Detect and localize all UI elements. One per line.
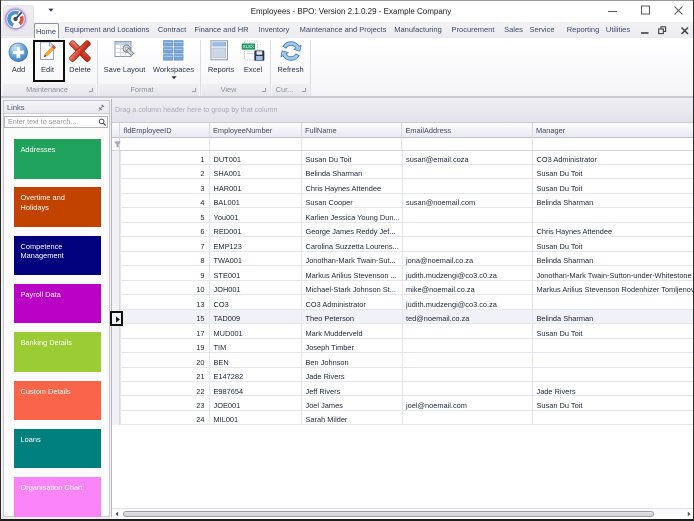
svg-text:XLSX: XLSX	[243, 44, 254, 49]
